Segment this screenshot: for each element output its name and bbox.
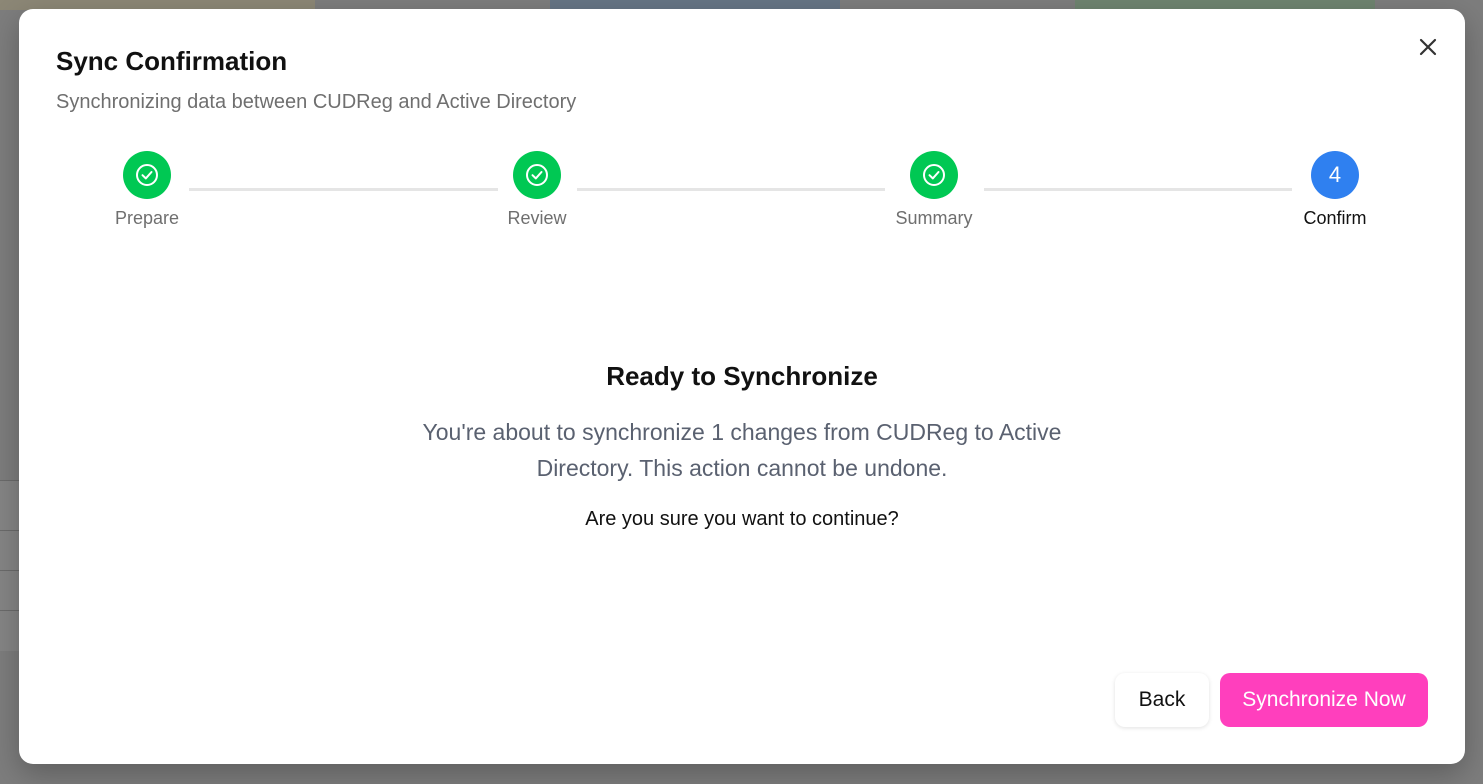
step-label: Review <box>507 208 567 228</box>
back-button[interactable]: Back <box>1115 673 1209 727</box>
step-circle-completed <box>123 151 171 199</box>
check-circle-icon <box>923 164 945 186</box>
synchronize-now-button[interactable]: Synchronize Now <box>1220 673 1428 727</box>
background-table <box>0 480 20 651</box>
background-table-line <box>0 610 20 611</box>
step-circle-completed <box>910 151 958 199</box>
confirmation-heading: Ready to Synchronize <box>606 361 878 391</box>
step-review: Review <box>467 151 607 229</box>
step-confirm: 4 Confirm <box>1265 151 1405 229</box>
step-connector <box>984 188 1292 191</box>
check-circle-icon <box>526 164 548 186</box>
step-summary: Summary <box>864 151 1004 229</box>
background-table-line <box>0 530 20 531</box>
stepper: Prepare Review Summary 4 Confirm <box>19 9 1465 249</box>
step-label: Summary <box>895 208 973 228</box>
step-label: Confirm <box>1303 208 1367 228</box>
background-table-line <box>0 570 20 571</box>
step-circle-active: 4 <box>1311 151 1359 199</box>
sync-confirmation-dialog: Sync Confirmation Synchronizing data bet… <box>19 9 1465 764</box>
confirmation-description: You're about to synchronize 1 changes fr… <box>422 419 1062 481</box>
check-circle-icon <box>136 164 158 186</box>
step-circle-completed <box>513 151 561 199</box>
step-label: Prepare <box>114 208 180 228</box>
step-prepare: Prepare <box>77 151 217 229</box>
step-connector <box>577 188 885 191</box>
confirmation-question: Are you sure you want to continue? <box>585 508 899 530</box>
step-connector <box>189 188 498 191</box>
confirmation-content: Ready to Synchronize You're about to syn… <box>19 361 1465 531</box>
